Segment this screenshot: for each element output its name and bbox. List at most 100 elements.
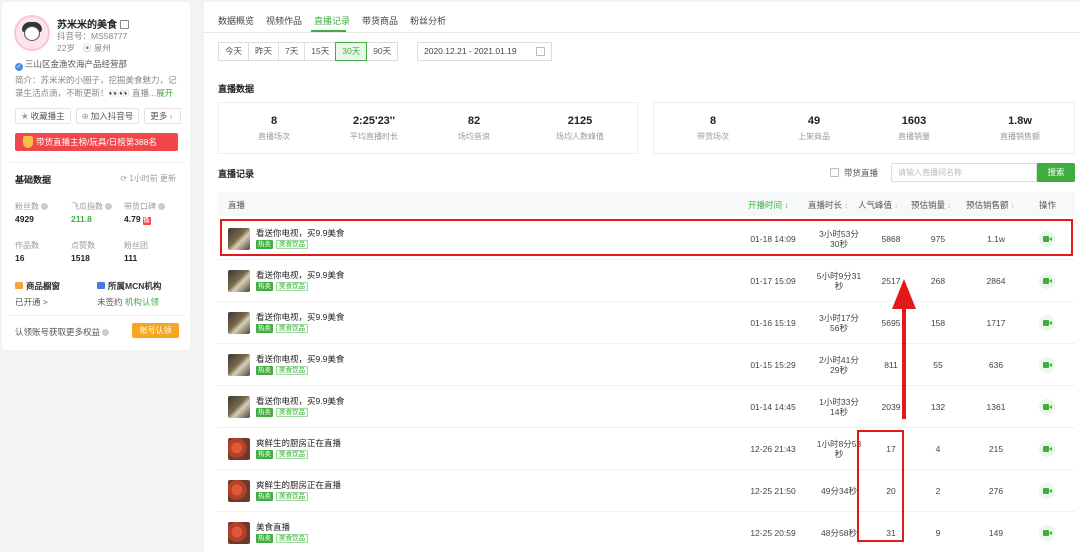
video-camera-icon[interactable] bbox=[1039, 441, 1055, 457]
profile-panel: 苏米米的美食 抖音号：MS58777 22岁 ⦿ 泉州 ✓ 三山区金渔农海产品经营部… bbox=[2, 2, 190, 350]
add-account-button[interactable]: ⊕ 加入抖音号 bbox=[75, 108, 140, 124]
range-today[interactable]: 今天 bbox=[218, 42, 250, 61]
tab-overview[interactable]: 数据概览 bbox=[218, 14, 254, 27]
annotation-arrow bbox=[902, 305, 906, 419]
hot-tag: 热卖 bbox=[256, 450, 273, 459]
avatar[interactable] bbox=[14, 15, 50, 51]
stat-value: 4929 bbox=[15, 214, 34, 224]
col-peak[interactable]: 人气峰值 ↕ bbox=[858, 199, 898, 211]
col-amount[interactable]: 预估销售额 ↕ bbox=[966, 199, 1014, 211]
stat-value: 211.8 bbox=[71, 214, 92, 224]
live-thumbnail[interactable] bbox=[228, 438, 250, 460]
live-thumbnail[interactable] bbox=[228, 396, 250, 418]
range-7d[interactable]: 7天 bbox=[278, 42, 306, 61]
col-sales[interactable]: 预估销量 ↕ bbox=[911, 199, 951, 211]
estimated-amount: 1717 bbox=[986, 318, 1006, 328]
tag-group: 热卖 美食饮品 bbox=[256, 492, 308, 501]
rank-banner[interactable]: 带货直播主榜/玩具/日榜第388名 bbox=[15, 133, 178, 151]
table-row[interactable]: 看送你电视，买9.9美食 热卖 美食饮品 01-17 15:09 5小时9分31 秒 251… bbox=[218, 260, 1075, 302]
video-camera-icon[interactable] bbox=[1039, 483, 1055, 499]
mcn-claim-link[interactable]: 机构认领 bbox=[125, 297, 159, 307]
collect-button[interactable]: ★ 收藏播主 bbox=[15, 108, 71, 124]
tab-videos[interactable]: 视频作品 bbox=[266, 14, 302, 27]
trophy-icon bbox=[23, 136, 33, 148]
date-range-picker[interactable]: 2020.12.21 - 2021.01.19 bbox=[417, 42, 552, 61]
stat-label: 飞瓜指数 bbox=[71, 201, 112, 212]
douyin-id: 抖音号：MS58777 bbox=[57, 31, 128, 41]
sort-icon: ↕ bbox=[947, 203, 951, 210]
table-row[interactable]: 美食直播 热卖 美食饮品 12-25 20:59 48分58秒 31 9 149 bbox=[218, 512, 1075, 552]
sort-icon: ↕ bbox=[1010, 203, 1015, 210]
stat-value: 16 bbox=[15, 253, 25, 263]
tab-products[interactable]: 带货商品 bbox=[362, 14, 398, 27]
verified-icon: ✓ bbox=[15, 63, 23, 71]
live-title[interactable]: 看送你电视，买9.9美食 bbox=[256, 395, 344, 407]
col-start-time[interactable]: 开播时间 ↓ bbox=[748, 199, 789, 211]
live-thumbnail[interactable] bbox=[228, 270, 250, 292]
col-operation: 操作 bbox=[1039, 200, 1057, 210]
video-camera-icon[interactable] bbox=[1039, 357, 1055, 373]
range-30d[interactable]: 30天 bbox=[335, 42, 368, 61]
claim-account-button[interactable]: 帐号认领 bbox=[132, 323, 179, 338]
live-commerce-filter[interactable]: 带货直播 bbox=[830, 167, 878, 179]
start-time: 01-17 15:09 bbox=[750, 276, 796, 286]
duration: 5小时9分31 秒 bbox=[816, 271, 862, 291]
live-title[interactable]: 美食直播 bbox=[256, 521, 290, 533]
verified-label: ✓ 三山区金渔农海产品经营部 bbox=[15, 59, 128, 71]
hot-tag: 热卖 bbox=[256, 324, 273, 333]
live-search-input[interactable] bbox=[891, 163, 1037, 182]
live-thumbnail[interactable] bbox=[228, 354, 250, 376]
id-card-icon bbox=[120, 20, 129, 29]
range-15d[interactable]: 15天 bbox=[304, 42, 337, 61]
basic-data-title: 基础数据 bbox=[15, 175, 52, 185]
live-thumbnail[interactable] bbox=[228, 522, 250, 544]
tag-group: 热卖 美食饮品 bbox=[256, 324, 308, 333]
table-header: 直播 开播时间 ↓ 直播时长 ↕ 人气峰值 ↕ 预估销量 ↕ 预估销售额 ↕ 操… bbox=[218, 192, 1075, 216]
checkbox[interactable] bbox=[830, 168, 839, 177]
table-row[interactable]: 看送你电视，买9.9美食 热卖 美食饮品 01-16 15:19 3小时17分 56秒 56… bbox=[218, 302, 1075, 344]
bio: 简介：苏米米的小圈子，挖掘美食魅力，记录生活点滴，不断更新！👀👀 直播...展开 bbox=[15, 75, 177, 98]
live-thumbnail[interactable] bbox=[228, 480, 250, 502]
video-camera-icon[interactable] bbox=[1039, 315, 1055, 331]
metric: 49 上架商品 bbox=[798, 115, 830, 141]
tab-live-records[interactable]: 直播记录 bbox=[314, 14, 350, 27]
range-90d[interactable]: 90天 bbox=[366, 42, 399, 61]
mcn-status: 未签约 机构认领 bbox=[97, 297, 159, 307]
live-title[interactable]: 看送你电视，买9.9美食 bbox=[256, 269, 344, 281]
table-row[interactable]: 爽鲜生的厨房正在直播 热卖 美食饮品 12-25 21:50 49分34秒 20 2 276 bbox=[218, 470, 1075, 512]
search-button[interactable]: 搜索 bbox=[1037, 163, 1075, 182]
shop-status[interactable]: 已开通 > bbox=[15, 296, 48, 308]
active-tab-indicator bbox=[311, 30, 346, 32]
tab-fans[interactable]: 粉丝分析 bbox=[410, 14, 446, 27]
peak-viewers: 811 bbox=[884, 360, 898, 370]
profile-meta: 22岁 ⦿ 泉州 bbox=[57, 42, 111, 54]
live-title[interactable]: 爽鲜生的厨房正在直播 bbox=[256, 437, 341, 449]
col-duration[interactable]: 直播时长 ↕ bbox=[808, 199, 848, 211]
start-time: 01-15 15:29 bbox=[750, 360, 796, 370]
bio-expand-link[interactable]: 展开 bbox=[156, 88, 173, 98]
live-title[interactable]: 看送你电视，买9.9美食 bbox=[256, 353, 344, 365]
live-title[interactable]: 爽鲜生的厨房正在直播 bbox=[256, 479, 341, 491]
live-title[interactable]: 看送你电视，买9.9美食 bbox=[256, 311, 344, 323]
live-thumbnail[interactable] bbox=[228, 312, 250, 334]
plus-icon: ⊕ bbox=[81, 111, 89, 121]
range-yesterday[interactable]: 昨天 bbox=[248, 42, 280, 61]
estimated-sales: 268 bbox=[930, 276, 946, 286]
more-button[interactable]: 更多 › bbox=[144, 108, 181, 124]
stat-label: 点赞数 bbox=[71, 241, 95, 250]
table-row[interactable]: 看送你电视，买9.9美食 热卖 美食饮品 01-14 14:45 1小时33分 14秒 20… bbox=[218, 386, 1075, 428]
operation bbox=[1035, 260, 1059, 302]
estimated-amount: 2864 bbox=[986, 276, 1006, 286]
video-camera-icon[interactable] bbox=[1039, 525, 1055, 541]
duration: 2小时41分 29秒 bbox=[819, 355, 859, 375]
table-row[interactable]: 看送你电视，买9.9美食 热卖 美食饮品 01-15 15:29 2小时41分 29秒 81… bbox=[218, 344, 1075, 386]
start-time: 01-14 14:45 bbox=[750, 402, 796, 412]
mcn-title: 所属MCN机构 bbox=[97, 280, 161, 292]
video-camera-icon[interactable] bbox=[1039, 399, 1055, 415]
table-row[interactable]: 爽鲜生的厨房正在直播 热卖 美食饮品 12-26 21:43 1小时8分58 秒 17 4 21… bbox=[218, 428, 1075, 470]
profile-name: 苏米米的美食 bbox=[57, 16, 129, 31]
annotation-arrow-head bbox=[892, 279, 916, 309]
hot-tag: 热卖 bbox=[256, 282, 273, 291]
tag-group: 热卖 美食饮品 bbox=[256, 366, 308, 375]
video-camera-icon[interactable] bbox=[1039, 273, 1055, 289]
